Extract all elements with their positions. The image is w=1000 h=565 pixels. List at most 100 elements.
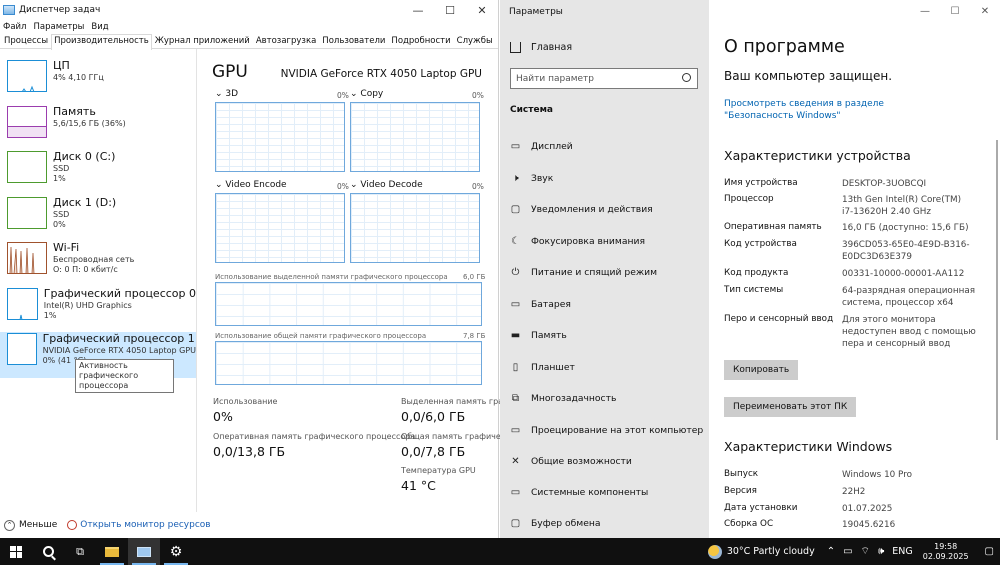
clock-time: 19:58: [934, 541, 958, 551]
spec-key: Дата установки: [724, 503, 798, 513]
spec-key: Выпуск: [724, 469, 759, 479]
nav-item-label: Батарея: [531, 299, 571, 310]
engine-3d-graph: [215, 102, 345, 172]
windows-security-link[interactable]: Просмотреть сведения в разделе "Безопасн…: [724, 98, 954, 122]
close-button[interactable]: ✕: [466, 0, 498, 20]
nav-item-label: Уведомления и действия: [531, 204, 653, 215]
weather-icon[interactable]: [707, 544, 722, 559]
tab-app-history[interactable]: Журнал приложений: [152, 34, 253, 49]
spec-key: Код продукта: [724, 268, 789, 278]
nav-item-system-components[interactable]: ▭ Системные компоненты: [510, 487, 648, 498]
resource-disk-0[interactable]: Диск 0 (C:) SSD 1%: [0, 150, 196, 196]
focus-assist-icon: ☾: [511, 236, 520, 247]
engine-label: Video Decode: [360, 180, 423, 190]
engine-copy-selector[interactable]: ⌄ Copy: [350, 89, 383, 99]
nav-item-label: Многозадачность: [531, 393, 617, 404]
tab-services[interactable]: Службы: [454, 34, 496, 49]
chevron-up-icon[interactable]: ⌃: [4, 519, 15, 531]
nav-item-display[interactable]: ▭ Дисплей: [510, 141, 573, 152]
wifi-thumbnail-graph: [7, 242, 47, 274]
usage-label: Использование: [213, 397, 278, 406]
title-bar: Диспетчер задач — ☐ ✕: [0, 0, 498, 20]
nav-item-power[interactable]: ⏻ Питание и спящий режим: [510, 267, 658, 278]
nav-item-clipboard[interactable]: ▢ Буфер обмена: [510, 518, 601, 529]
tab-performance[interactable]: Производительность: [51, 34, 152, 50]
chevron-up-icon[interactable]: ⌃: [827, 546, 835, 557]
battery-icon[interactable]: ▭: [843, 546, 852, 557]
network-icon[interactable]: ⌔: [861, 545, 870, 558]
gpu-temperature-label: Температура GPU: [401, 466, 476, 475]
notifications-icon[interactable]: ▢: [985, 546, 994, 557]
start-button[interactable]: [0, 538, 32, 565]
spec-key: Код устройства: [724, 239, 797, 249]
nav-item-multitasking[interactable]: ⧉ Многозадачность: [510, 393, 616, 404]
tab-processes[interactable]: Процессы: [1, 34, 51, 49]
taskbar-settings[interactable]: ⚙: [160, 538, 192, 565]
resource-memory[interactable]: Память 5,6/15,6 ГБ (36%): [0, 105, 196, 151]
engine-video-encode-graph: [215, 193, 345, 263]
copy-button[interactable]: Копировать: [724, 360, 799, 380]
volume-icon[interactable]: 🕪: [878, 546, 884, 557]
engine-copy-percent: 0%: [472, 91, 484, 100]
engine-label: Video Encode: [225, 180, 287, 190]
disk-0-thumbnail-graph: [7, 151, 47, 183]
spec-value: Windows 10 Pro: [842, 470, 913, 480]
taskbar-search-button[interactable]: [32, 538, 64, 565]
spec-value: 00331-10000-00001-AA112: [842, 269, 965, 279]
language-indicator[interactable]: ENG: [892, 546, 912, 557]
gpu-temperature-value: 41 °C: [401, 478, 436, 493]
menu-view[interactable]: Вид: [91, 22, 108, 32]
device-specs-heading: Характеристики устройства: [724, 148, 911, 163]
nav-item-focus-assist[interactable]: ☾ Фокусировка внимания: [510, 236, 645, 247]
spec-key: Процессор: [724, 194, 774, 204]
taskbar-explorer[interactable]: [96, 538, 128, 565]
spec-value: 16,0 ГБ (доступно: 15,6 ГБ): [842, 223, 969, 233]
open-resource-monitor-link[interactable]: Открыть монитор ресурсов: [80, 520, 210, 530]
resource-gpu-0[interactable]: Графический процессор 0 Intel(R) UHD Gra…: [0, 287, 196, 333]
resource-detail: 1%: [53, 174, 66, 183]
engine-video-decode-selector[interactable]: ⌄ Video Decode: [350, 180, 423, 190]
rename-pc-button[interactable]: Переименовать этот ПК: [724, 397, 857, 417]
engine-video-encode-selector[interactable]: ⌄ Video Encode: [215, 180, 287, 190]
nav-item-storage[interactable]: ▬ Память: [510, 330, 567, 341]
tab-startup[interactable]: Автозагрузка: [253, 34, 319, 49]
nav-item-shared-experiences[interactable]: ✕ Общие возможности: [510, 456, 632, 467]
gear-icon: ⚙: [169, 543, 183, 560]
weather-text[interactable]: 30°C Partly cloudy: [727, 546, 815, 557]
minimize-button[interactable]: —: [402, 0, 434, 20]
nav-item-label: Фокусировка внимания: [531, 236, 645, 247]
search-icon: [42, 546, 54, 557]
tab-details[interactable]: Подробности: [388, 34, 453, 49]
nav-item-sound[interactable]: 🕨 Звук: [510, 173, 553, 184]
resource-wifi[interactable]: Wi-Fi Беспроводная сеть О: 0 П: 0 кбит/с: [0, 241, 196, 287]
maximize-button[interactable]: ☐: [940, 0, 970, 22]
taskbar-task-manager[interactable]: [128, 538, 160, 565]
nav-home[interactable]: Главная: [510, 42, 572, 53]
nav-item-battery[interactable]: ▭ Батарея: [510, 299, 571, 310]
fewer-details-link[interactable]: Меньше: [19, 520, 57, 530]
projecting-icon: ▭: [510, 425, 521, 436]
search-input[interactable]: Найти параметр: [510, 68, 698, 89]
close-button[interactable]: ✕: [970, 0, 1000, 22]
nav-item-notifications[interactable]: ▢ Уведомления и действия: [510, 204, 653, 215]
scrollbar[interactable]: [996, 140, 998, 440]
resource-disk-1[interactable]: Диск 1 (D:) SSD 0%: [0, 196, 196, 242]
settings-window-buttons: — ☐ ✕: [910, 0, 1000, 22]
task-view-button[interactable]: ⧉: [64, 538, 96, 565]
gpu-title: GPU: [212, 62, 248, 82]
nav-item-tablet[interactable]: ▯ Планшет: [510, 362, 575, 373]
search-placeholder: Найти параметр: [516, 73, 594, 84]
nav-item-projecting[interactable]: ▭ Проецирование на этот компьютер: [510, 425, 703, 436]
clock[interactable]: 19:58 02.09.2025: [923, 542, 969, 562]
nav-item-label: Проецирование на этот компьютер: [531, 425, 704, 436]
menu-options[interactable]: Параметры: [33, 22, 84, 32]
notifications-icon: ▢: [510, 204, 521, 215]
minimize-button[interactable]: —: [910, 0, 940, 22]
tab-users[interactable]: Пользователи: [319, 34, 388, 49]
engine-3d-selector[interactable]: ⌄ 3D: [215, 89, 238, 99]
spec-value: 396CD053-65E0-4E9D-B316-E0DC3D63E379: [842, 240, 970, 262]
menu-file[interactable]: Файл: [3, 22, 26, 32]
maximize-button[interactable]: ☐: [434, 0, 466, 20]
menu-bar: Файл Параметры Вид: [0, 20, 498, 34]
resource-cpu[interactable]: ЦП 4% 4,10 ГГц: [0, 59, 196, 105]
